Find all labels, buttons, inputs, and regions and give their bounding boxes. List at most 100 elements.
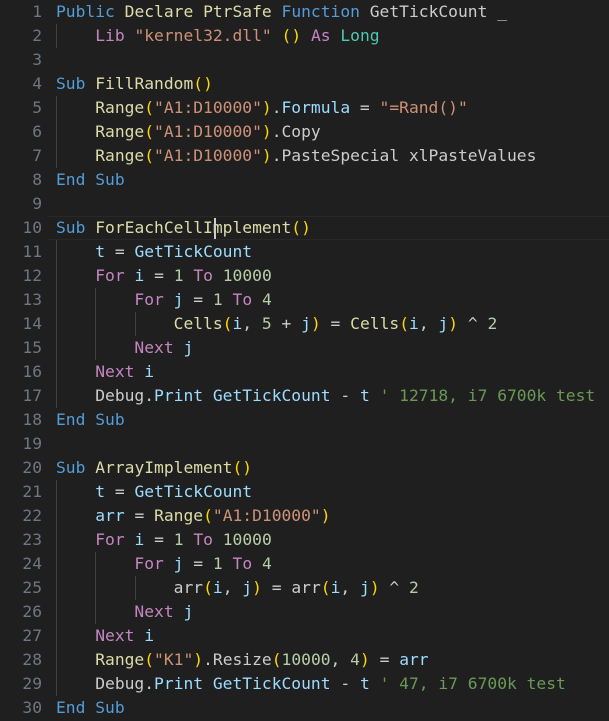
code-token: ForEachCellImplement	[95, 218, 292, 237]
code-token: .	[271, 98, 282, 117]
code-text: Public Declare PtrSafe Function GetTickC…	[56, 0, 507, 24]
line-number: 29	[22, 674, 42, 693]
code-text: End Sub	[56, 696, 125, 720]
code-editor[interactable]: 1 Public Declare PtrSafe Function GetTick…	[0, 0, 609, 721]
code-token: )	[310, 314, 321, 333]
code-line[interactable]: 30 End Sub	[0, 696, 609, 720]
code-token: 10000	[222, 266, 272, 285]
code-token: j	[183, 338, 194, 357]
code-text: Sub ForEachCellImplement()	[56, 216, 311, 240]
code-line[interactable]: 22 arr = Range("A1:D10000")	[0, 504, 609, 528]
code-token: )	[301, 218, 311, 237]
code-token: -	[330, 674, 360, 693]
code-token: For	[95, 530, 125, 549]
code-token: =	[105, 242, 135, 261]
code-token: For	[134, 290, 164, 309]
code-token: Range	[95, 122, 145, 141]
code-line[interactable]: 21 t = GetTickCount	[0, 480, 609, 504]
code-token: 2	[487, 314, 498, 333]
code-line[interactable]: 26 Next j	[0, 600, 609, 624]
code-line[interactable]: 9	[0, 192, 609, 216]
code-token: Print	[154, 386, 204, 405]
code-token: Sub	[95, 410, 125, 429]
code-line[interactable]: 12 For i = 1 To 10000	[0, 264, 609, 288]
code-line[interactable]: 14 Cells(i, 5 + j) = Cells(i, j) ^ 2	[0, 312, 609, 336]
code-text: t = GetTickCount	[56, 240, 252, 264]
code-line[interactable]: 2 Lib "kernel32.dll" () As Long	[0, 24, 609, 48]
code-token: ArrayImplement	[95, 458, 233, 477]
code-token: =	[105, 482, 135, 501]
code-text: Range("A1:D10000").Copy	[56, 120, 321, 144]
code-token: i	[134, 530, 145, 549]
code-line[interactable]: 19	[0, 432, 609, 456]
code-line[interactable]: 24 For j = 1 To 4	[0, 552, 609, 576]
code-token: i	[409, 314, 419, 333]
code-token: =	[183, 290, 213, 309]
code-line[interactable]: 8 End Sub	[0, 168, 609, 192]
code-token: "A1:D10000"	[154, 98, 262, 117]
code-token: j	[360, 578, 370, 597]
code-line[interactable]: 11 t = GetTickCount	[0, 240, 609, 264]
code-line[interactable]: 4 Sub FillRandom()	[0, 72, 609, 96]
code-text: Next i	[56, 360, 154, 384]
code-token: )	[320, 506, 331, 525]
code-line[interactable]: 23 For i = 1 To 10000	[0, 528, 609, 552]
code-token: )	[261, 98, 272, 117]
code-token: t	[359, 386, 370, 405]
code-line[interactable]: 10 Sub ForEachCellImplement()	[0, 216, 609, 240]
code-line[interactable]: 15 Next j	[0, 336, 609, 360]
code-line[interactable]: 7 Range("A1:D10000").PasteSpecial xlPast…	[0, 144, 609, 168]
code-token: Range	[154, 506, 204, 525]
line-number: 6	[32, 122, 42, 141]
line-number: 1	[32, 2, 42, 21]
code-line[interactable]: 3	[0, 48, 609, 72]
code-token: arr	[399, 650, 429, 669]
code-line[interactable]: 20 Sub ArrayImplement()	[0, 456, 609, 480]
code-token: )	[261, 146, 272, 165]
code-line[interactable]: 16 Next i	[0, 360, 609, 384]
line-number: 14	[22, 314, 42, 333]
code-token: =	[144, 266, 174, 285]
code-text: Cells(i, 5 + j) = Cells(i, j) ^ 2	[56, 312, 498, 336]
line-number: 12	[22, 266, 42, 285]
line-number: 2	[32, 26, 42, 45]
code-line[interactable]: 25 arr(i, j) = arr(i, j) ^ 2	[0, 576, 609, 600]
code-line[interactable]: 6 Range("A1:D10000").Copy	[0, 120, 609, 144]
code-token: Cells	[350, 314, 400, 333]
code-token: +	[271, 314, 302, 333]
code-token: (	[144, 122, 155, 141]
code-line[interactable]: 17 Debug.Print GetTickCount - t ' 12718,…	[0, 384, 609, 408]
line-number: 15	[22, 338, 42, 357]
code-token: (	[193, 74, 204, 93]
code-token: Sub	[56, 218, 86, 237]
code-line[interactable]: 5 Range("A1:D10000").Formula = "=Rand()"	[0, 96, 609, 120]
code-text: Next j	[56, 336, 193, 360]
code-token: )	[359, 650, 370, 669]
code-token: Function	[281, 2, 360, 21]
code-line[interactable]: 28 Range("K1").Resize(10000, 4) = arr	[0, 648, 609, 672]
code-line[interactable]: 18 End Sub	[0, 408, 609, 432]
code-line[interactable]: 1 Public Declare PtrSafe Function GetTick…	[0, 0, 609, 24]
code-token: Sub	[95, 698, 125, 717]
code-text: Sub FillRandom()	[56, 72, 213, 96]
code-line[interactable]: 29 Debug.Print GetTickCount - t ' 47, i7…	[0, 672, 609, 696]
code-line[interactable]: 27 Next i	[0, 624, 609, 648]
code-line[interactable]: 13 For j = 1 To 4	[0, 288, 609, 312]
